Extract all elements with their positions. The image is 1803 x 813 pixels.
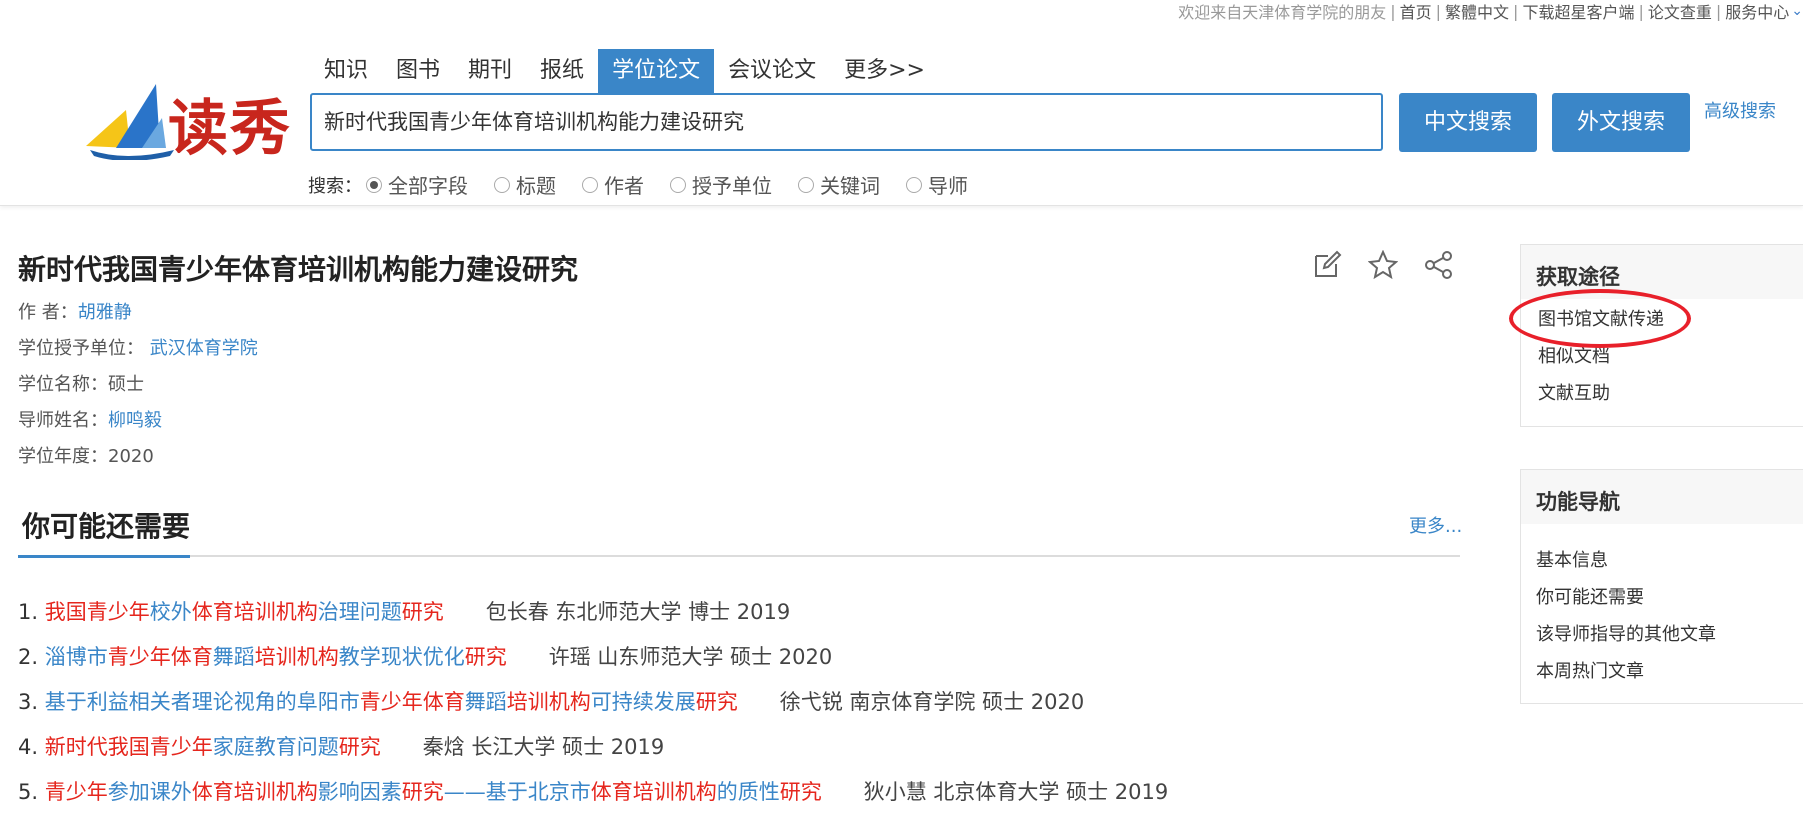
- scope-title[interactable]: 标题: [494, 170, 556, 199]
- year-row: 学位年度：2020: [18, 442, 154, 468]
- chinese-search-button[interactable]: 中文搜索: [1399, 93, 1537, 152]
- scope-keyword[interactable]: 关键词: [798, 170, 880, 199]
- related-paper-link[interactable]: 新时代我国青少年家庭教育问题研究: [45, 735, 381, 759]
- radio-icon[interactable]: [906, 176, 922, 193]
- section-divider: [18, 555, 1460, 558]
- radio-icon[interactable]: [670, 176, 686, 193]
- related-paper-link[interactable]: 基于利益相关者理论视角的阜阳市青少年体育舞蹈培训机构可持续发展研究: [45, 690, 738, 714]
- advisor-label: 导师姓名：: [18, 410, 108, 431]
- related-more-link[interactable]: 更多...: [1409, 512, 1462, 538]
- search-scope-label: 搜索：: [308, 175, 362, 197]
- related-paper-link[interactable]: 淄博市青少年体育舞蹈培训机构教学现状优化研究: [45, 645, 507, 669]
- tab-newspapers[interactable]: 报纸: [526, 49, 598, 93]
- scope-all-fields[interactable]: 全部字段: [366, 170, 468, 199]
- tab-books[interactable]: 图书: [382, 49, 454, 93]
- author-link[interactable]: 胡雅静: [78, 302, 132, 323]
- tab-knowledge[interactable]: 知识: [310, 49, 382, 93]
- page-title: 新时代我国青少年体育培训机构能力建设研究: [18, 253, 579, 286]
- tab-dissertations[interactable]: 学位论文: [598, 49, 715, 93]
- radio-selected-icon[interactable]: [366, 176, 382, 193]
- header: 读秀 知识 图书 期刊 报纸 学位论文 会议论文 更多>> 新时代我国青少年体育…: [0, 0, 1803, 206]
- annotation-circle: [1509, 289, 1691, 348]
- foreign-search-button[interactable]: 外文搜索: [1552, 93, 1690, 152]
- list-item-number: 3.: [18, 690, 45, 714]
- advisor-row: 导师姓名：柳鸣毅: [18, 406, 162, 432]
- list-item: 2. 淄博市青少年体育舞蹈培训机构教学现状优化研究 许瑶 山东师范大学 硕士 20…: [18, 641, 832, 671]
- list-item: 5. 青少年参加课外体育培训机构影响因素研究——基于北京市体育培训机构的质性研究…: [18, 776, 1168, 806]
- scope-unit[interactable]: 授予单位: [670, 170, 772, 199]
- search-input[interactable]: 新时代我国青少年体育培训机构能力建设研究: [310, 93, 1383, 151]
- unit-link[interactable]: 武汉体育学院: [150, 338, 258, 359]
- scope-advisor[interactable]: 导师: [906, 170, 968, 199]
- edit-icon[interactable]: [1312, 250, 1342, 280]
- doc-mutual-help-link[interactable]: 文献互助: [1521, 375, 1803, 412]
- year-value: 2020: [108, 446, 154, 467]
- list-item-number: 1.: [18, 600, 45, 624]
- nav-panel: 功能导航 基本信息 你可能还需要 该导师指导的其他文章 本周热门文章: [1520, 469, 1803, 704]
- nav-you-may-need[interactable]: 你可能还需要: [1521, 579, 1803, 616]
- degree-row: 学位名称：硕士: [18, 370, 144, 396]
- radio-icon[interactable]: [494, 176, 510, 193]
- related-section-title: 你可能还需要: [22, 510, 191, 543]
- tab-conference-papers[interactable]: 会议论文: [714, 49, 830, 93]
- list-item: 3. 基于利益相关者理论视角的阜阳市青少年体育舞蹈培训机构可持续发展研究 徐弋锐 …: [18, 686, 1084, 716]
- radio-icon[interactable]: [582, 176, 598, 193]
- degree-label: 学位名称：: [18, 374, 108, 395]
- year-label: 学位年度：: [18, 446, 108, 467]
- nav-basic-info[interactable]: 基本信息: [1521, 542, 1803, 579]
- list-item: 1. 我国青少年校外体育培训机构治理问题研究 包长春 东北师范大学 博士 2019: [18, 596, 790, 626]
- nav-panel-title: 功能导航: [1521, 470, 1803, 524]
- advanced-search-link[interactable]: 高级搜索: [1704, 97, 1776, 123]
- related-paper-link[interactable]: 青少年参加课外体育培训机构影响因素研究——基于北京市体育培训机构的质性研究: [45, 780, 822, 804]
- related-paper-info: 秦焓 长江大学 硕士 2019: [422, 735, 665, 759]
- radio-icon[interactable]: [798, 176, 814, 193]
- related-paper-info: 包长春 东北师范大学 博士 2019: [485, 600, 791, 624]
- unit-label: 学位授予单位：: [18, 338, 144, 359]
- share-icon[interactable]: [1424, 250, 1454, 280]
- list-item: 4. 新时代我国青少年家庭教育问题研究 秦焓 长江大学 硕士 2019: [18, 731, 664, 761]
- nav-weekly-hot[interactable]: 本周热门文章: [1521, 653, 1803, 690]
- search-scope: 搜索： 全部字段 标题 作者 授予单位 关键词 导师: [308, 170, 994, 199]
- advisor-link[interactable]: 柳鸣毅: [108, 410, 162, 431]
- tab-more[interactable]: 更多>>: [830, 49, 939, 93]
- logo-text[interactable]: 读秀: [168, 80, 292, 167]
- action-icons: [1312, 250, 1454, 280]
- related-paper-info: 许瑶 山东师范大学 硕士 2020: [548, 645, 833, 669]
- list-item-number: 2.: [18, 645, 45, 669]
- list-item-number: 4.: [18, 735, 45, 759]
- search-tabs: 知识 图书 期刊 报纸 学位论文 会议论文 更多>>: [310, 49, 939, 93]
- related-paper-link[interactable]: 我国青少年校外体育培训机构治理问题研究: [45, 600, 444, 624]
- degree-value: 硕士: [108, 374, 144, 395]
- related-paper-info: 徐弋锐 南京体育学院 硕士 2020: [779, 690, 1085, 714]
- list-item-number: 5.: [18, 780, 45, 804]
- scope-author[interactable]: 作者: [582, 170, 644, 199]
- related-paper-info: 狄小慧 北京体育大学 硕士 2019: [863, 780, 1169, 804]
- nav-advisor-other-papers[interactable]: 该导师指导的其他文章: [1521, 616, 1803, 653]
- tab-journals[interactable]: 期刊: [454, 49, 526, 93]
- author-row: 作 者：胡雅静: [18, 298, 132, 324]
- star-icon[interactable]: [1368, 250, 1398, 280]
- unit-row: 学位授予单位： 武汉体育学院: [18, 334, 258, 360]
- author-label: 作 者：: [18, 302, 78, 323]
